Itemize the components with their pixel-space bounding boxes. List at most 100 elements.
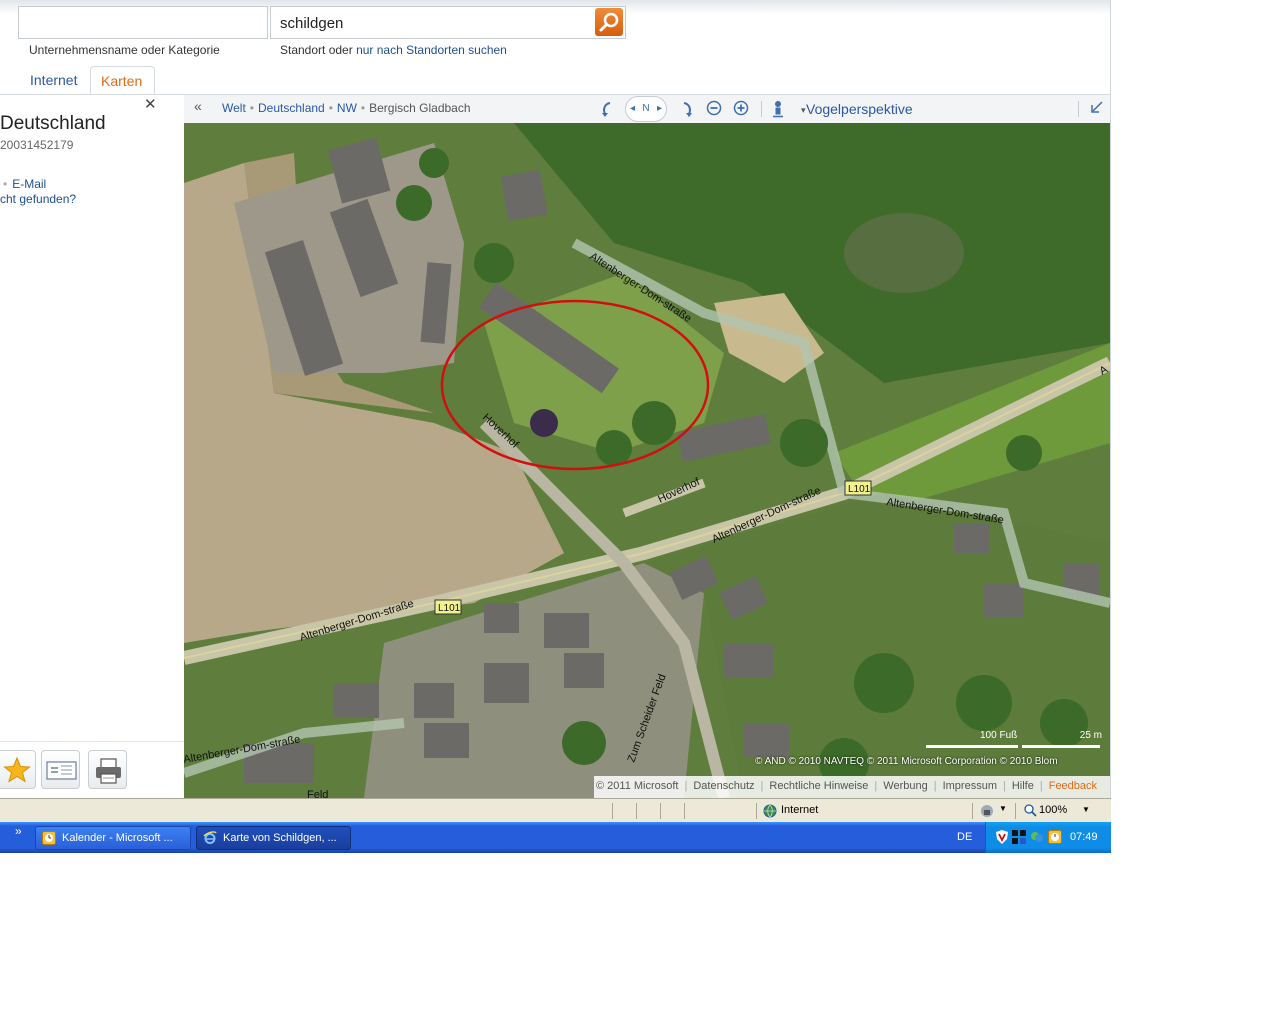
internet-explorer-icon: [203, 831, 217, 844]
toolbar-divider: [761, 101, 762, 117]
favorite-button[interactable]: [0, 750, 36, 789]
search-header: schildgen Unternehmensname oder Kategori…: [0, 0, 1110, 95]
network-icon[interactable]: [1012, 830, 1026, 844]
breadcrumb-deutschland[interactable]: Deutschland: [258, 101, 325, 115]
tab-internet[interactable]: Internet: [20, 66, 87, 94]
footer-link-hilfe[interactable]: Hilfe: [1012, 780, 1034, 792]
streetside-person-icon[interactable]: [771, 100, 785, 118]
zoom-level[interactable]: 100%: [1039, 804, 1067, 816]
footer-copyright: © 2011 Microsoft: [596, 780, 679, 792]
reminder-clock-icon[interactable]: [1048, 830, 1062, 844]
taskbar-item-browser[interactable]: Karte von Schildgen, ...: [196, 826, 351, 850]
email-label: E-Mail: [12, 177, 47, 191]
panel-actions: [0, 741, 184, 799]
breadcrumb-separator: •: [249, 101, 254, 115]
footer-separator: |: [1039, 780, 1043, 792]
search-button[interactable]: [595, 8, 623, 36]
footer-separator: |: [933, 780, 937, 792]
footer-separator: |: [1002, 780, 1006, 792]
locations-only-link[interactable]: nur nach Standorten suchen: [356, 43, 507, 57]
map-footer: © 2011 Microsoft | Datenschutz | Rechtliche …: [594, 776, 1110, 798]
zoom-in-icon[interactable]: [733, 100, 749, 116]
scale-label-meters: 25 m: [1079, 730, 1102, 741]
pan-west-icon[interactable]: ◂: [630, 97, 635, 121]
taskbar-overflow-icon[interactable]: »: [15, 824, 22, 838]
aerial-map[interactable]: Altenberger-Dom-straße Hoverhof Hoverhof…: [184, 123, 1110, 798]
rotate-right-icon[interactable]: [680, 100, 694, 118]
taskbar-item-calendar[interactable]: Kalender - Microsoft ...: [35, 826, 191, 850]
chevron-down-icon[interactable]: ▼: [1082, 805, 1090, 814]
calendar-icon: [42, 831, 56, 845]
feedback-link[interactable]: Feedback: [1049, 780, 1097, 792]
bullet-icon: •: [3, 177, 8, 191]
rotate-left-icon[interactable]: [600, 100, 614, 118]
footer-link-rechtliche-hinweise[interactable]: Rechtliche Hinweise: [769, 780, 868, 792]
send-button[interactable]: [41, 750, 80, 789]
zoom-icon: [1024, 804, 1037, 817]
view-mode-dropdown[interactable]: Vogelperspektive: [806, 101, 913, 117]
email-link[interactable]: • E-Mail: [3, 177, 46, 191]
collapse-panel-icon[interactable]: «: [194, 98, 202, 114]
results-panel: ✕ Deutschland 20031452179 • E-Mail cht ge…: [0, 95, 184, 799]
footer-separator: |: [874, 780, 878, 792]
search-icon: [599, 12, 619, 32]
system-tray: 07:49: [985, 822, 1111, 853]
location-search-hint: Standort oder nur nach Standorten suchen: [280, 43, 507, 57]
not-found-link[interactable]: cht gefunden?: [0, 192, 76, 206]
window-edge: [1110, 0, 1111, 798]
road-shield: L101: [434, 599, 462, 615]
footer-separator: |: [760, 780, 764, 792]
footer-link-werbung[interactable]: Werbung: [883, 780, 927, 792]
chevron-down-icon[interactable]: ▾: [801, 105, 806, 116]
printer-icon: [96, 758, 121, 784]
footer-link-impressum[interactable]: Impressum: [943, 780, 997, 792]
map-copyright: © AND © 2010 NAVTEQ © 2011 Microsoft Cor…: [755, 756, 1058, 767]
windows-taskbar: » Kalender - Microsoft ... Karte von Sch…: [0, 822, 1111, 853]
minimize-map-icon[interactable]: [1090, 100, 1104, 114]
antivirus-shield-icon[interactable]: [996, 830, 1008, 844]
breadcrumb-nw[interactable]: NW: [337, 101, 357, 115]
road-shield-label: L101: [438, 603, 461, 614]
breadcrumb: Welt • Deutschland • NW • Bergisch Gladbach: [222, 101, 471, 115]
scale-label-feet: 100 Fuß: [980, 730, 1018, 741]
language-indicator[interactable]: DE: [957, 831, 972, 843]
footer-link-datenschutz[interactable]: Datenschutz: [693, 780, 754, 792]
compass-control[interactable]: ◂ N ▸: [625, 96, 667, 122]
map-canvas[interactable]: Altenberger-Dom-straße Hoverhof Hoverhof…: [184, 123, 1110, 798]
zoom-out-icon[interactable]: [706, 100, 722, 116]
print-button[interactable]: [88, 750, 127, 789]
status-divider: [756, 803, 757, 819]
dark-tree: [530, 409, 558, 437]
road-shield: L101: [844, 480, 872, 496]
status-divider: [972, 803, 973, 819]
status-divider: [636, 803, 637, 819]
protected-mode-icon[interactable]: [980, 804, 994, 818]
status-divider: [660, 803, 661, 819]
pan-east-icon[interactable]: ▸: [657, 97, 662, 121]
status-divider: [612, 803, 613, 819]
scale-bar-feet: [926, 745, 1018, 748]
envelope-icon: [46, 761, 77, 780]
globe-icon: [763, 804, 777, 818]
forest-clearing: [844, 213, 964, 293]
toolbar-divider: [1078, 101, 1079, 117]
clock[interactable]: 07:49: [1070, 831, 1098, 843]
location-search-input[interactable]: schildgen: [270, 6, 626, 39]
chevron-down-icon[interactable]: ▼: [999, 804, 1007, 813]
close-icon[interactable]: ✕: [144, 95, 157, 113]
breadcrumb-welt[interactable]: Welt: [222, 101, 246, 115]
location-hint-prefix: Standort oder: [280, 43, 353, 57]
status-divider: [684, 803, 685, 819]
taskbar-item-label: Karte von Schildgen, ...: [223, 832, 337, 844]
business-search-hint: Unternehmensname oder Kategorie: [29, 43, 220, 57]
tab-karten[interactable]: Karten: [90, 66, 155, 94]
taskbar-item-label: Kalender - Microsoft ...: [62, 832, 173, 844]
footer-separator: |: [684, 780, 688, 792]
breadcrumb-separator: •: [328, 101, 333, 115]
map-label-feld: Feld: [307, 789, 328, 798]
map-toolbar: « Welt • Deutschland • NW • Bergisch Gladbach …: [184, 95, 1110, 124]
messenger-icon[interactable]: [1030, 830, 1044, 844]
business-search-input[interactable]: [18, 6, 268, 39]
road-shield-label: L101: [848, 484, 871, 495]
result-phone: 20031452179: [0, 138, 74, 152]
